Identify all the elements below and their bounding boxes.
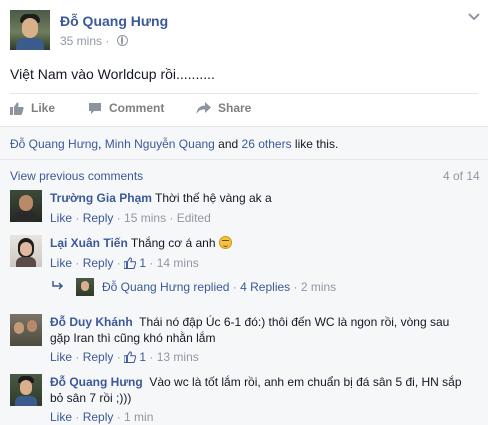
comment-like-count[interactable]: 1 bbox=[124, 256, 146, 270]
divider bbox=[10, 93, 478, 94]
reply-summary[interactable]: Đỗ Quang Hưng replied · 4 Replies · 2 mi… bbox=[102, 280, 336, 294]
thumbs-up-icon bbox=[10, 102, 24, 115]
post-author-name[interactable]: Đỗ Quang Hưng bbox=[60, 13, 168, 29]
avatar[interactable] bbox=[10, 314, 42, 346]
thumbs-up-icon bbox=[124, 257, 137, 269]
comment-author[interactable]: Đỗ Duy Khánh bbox=[50, 315, 133, 329]
comment-like-link[interactable]: Like bbox=[50, 410, 72, 424]
divider bbox=[0, 126, 488, 127]
comment-time[interactable]: 1 min bbox=[124, 410, 153, 424]
post-meta: 35 mins · bbox=[60, 34, 128, 48]
comment-text: gặp Iran thì cũng khó nhằn lắm bbox=[50, 331, 216, 345]
comment: Đỗ Quang Hưng Vào wc là tốt lắm rồi, anh… bbox=[50, 374, 480, 406]
replies-link[interactable]: 4 Replies bbox=[240, 280, 290, 294]
comment-text: Thời thế hệ vàng ak a bbox=[155, 191, 272, 205]
reply-time[interactable]: 2 mins bbox=[301, 280, 336, 294]
comment-author[interactable]: Trường Gia Phạm bbox=[50, 191, 152, 205]
reply-arrow-icon bbox=[52, 280, 64, 294]
share-button-label: Share bbox=[218, 101, 252, 115]
comment-author[interactable]: Đỗ Quang Hưng bbox=[50, 375, 143, 389]
comment-text: Vào wc là tốt lắm rồi, anh em chuẩn bị đ… bbox=[149, 375, 462, 389]
comment-time[interactable]: 13 mins bbox=[157, 350, 199, 364]
avatar[interactable] bbox=[10, 190, 42, 222]
comment-text: Thái nó đập Úc 6-1 đó:) thôi đến WC là n… bbox=[139, 315, 450, 329]
reply-author[interactable]: Đỗ Quang Hưng bbox=[102, 280, 190, 294]
comment-time[interactable]: 14 mins bbox=[157, 256, 199, 270]
comment: Lại Xuân Tiến Thắng cơ á anh bbox=[50, 235, 232, 251]
comment-like-link[interactable]: Like bbox=[50, 256, 72, 270]
comment-actions: Like · Reply · 1 · 13 mins bbox=[50, 350, 199, 364]
comment-actions: Like · Reply · 1 · 14 mins bbox=[50, 256, 199, 270]
share-icon bbox=[196, 101, 211, 114]
comment-text: Thắng cơ á anh bbox=[130, 236, 216, 250]
thumbs-up-icon bbox=[124, 351, 137, 363]
comment-reply-link[interactable]: Reply bbox=[83, 410, 114, 424]
post-author-avatar[interactable] bbox=[10, 10, 50, 50]
edited-label[interactable]: Edited bbox=[177, 211, 211, 225]
post-time[interactable]: 35 mins bbox=[60, 34, 102, 48]
comment-like-link[interactable]: Like bbox=[50, 350, 72, 364]
comment-like-count[interactable]: 1 bbox=[124, 350, 146, 364]
comment-reply-link[interactable]: Reply bbox=[83, 350, 114, 364]
avatar[interactable] bbox=[10, 374, 42, 406]
comment-reply-link[interactable]: Reply bbox=[83, 211, 114, 225]
emoji-icon bbox=[218, 236, 232, 249]
comment-like-link[interactable]: Like bbox=[50, 211, 72, 225]
like-button[interactable]: Like bbox=[10, 101, 55, 115]
comment-actions: Like · Reply · 15 mins · Edited bbox=[50, 211, 211, 225]
post-status-text: Việt Nam vào Worldcup rồi.......... bbox=[10, 66, 215, 82]
comment-button[interactable]: Comment bbox=[88, 101, 164, 115]
comment-reply-link[interactable]: Reply bbox=[83, 256, 114, 270]
avatar[interactable] bbox=[10, 235, 42, 267]
comment-icon bbox=[89, 102, 101, 114]
avatar[interactable] bbox=[76, 278, 94, 296]
view-previous-comments-link[interactable]: View previous comments bbox=[10, 169, 143, 183]
comment-author[interactable]: Lại Xuân Tiến bbox=[50, 236, 128, 250]
comment: Đỗ Duy Khánh Thái nó đập Úc 6-1 đó:) thô… bbox=[50, 314, 480, 346]
chevron-down-icon[interactable] bbox=[466, 12, 482, 24]
globe-icon[interactable] bbox=[116, 35, 128, 46]
liker-name[interactable]: Đỗ Quang Hưng bbox=[10, 137, 98, 151]
like-button-label: Like bbox=[31, 101, 56, 115]
liker-name[interactable]: Minh Nguyễn Quang bbox=[105, 137, 215, 151]
comment: Trường Gia Phạm Thời thế hệ vàng ak a bbox=[50, 190, 272, 206]
share-button[interactable]: Share bbox=[196, 101, 251, 115]
divider bbox=[0, 159, 488, 160]
comment-counter: 4 of 14 bbox=[443, 169, 480, 183]
likes-summary: Đỗ Quang Hưng, Minh Nguyễn Quang and 26 … bbox=[10, 137, 339, 151]
others-link[interactable]: 26 others bbox=[242, 137, 292, 151]
comment-actions: Like · Reply · 1 min bbox=[50, 410, 154, 424]
comment-text: bỏ sân 7 rồi ;))) bbox=[50, 391, 132, 405]
comment-time[interactable]: 15 mins bbox=[124, 211, 166, 225]
comment-button-label: Comment bbox=[109, 101, 165, 115]
